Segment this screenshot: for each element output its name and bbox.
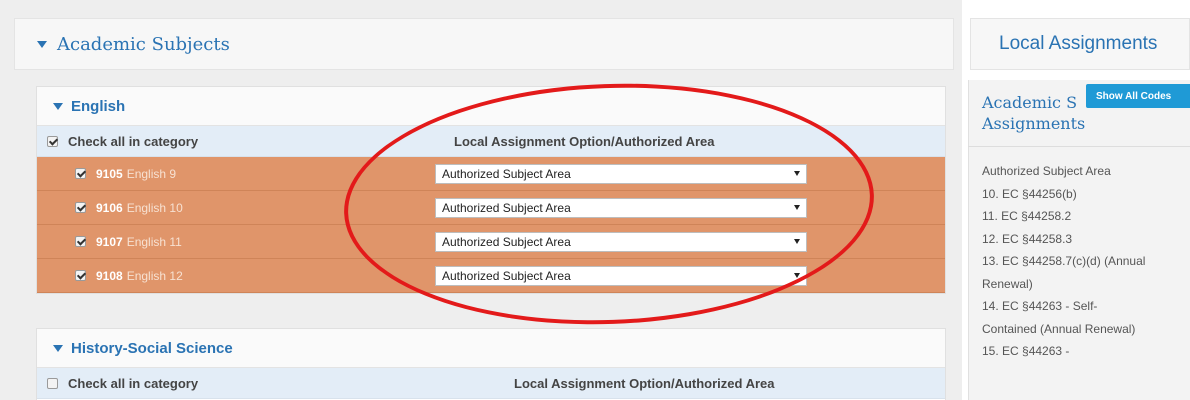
list-item: 11. EC §44258.2 bbox=[982, 209, 1072, 223]
list-item: Renewal) bbox=[982, 276, 1033, 291]
check-all-label: Check all in category bbox=[68, 133, 199, 149]
local-assignments-title: Local Assignments bbox=[999, 33, 1158, 54]
local-assignments-header[interactable]: Local Assignments bbox=[970, 18, 1190, 70]
select-value: Authorized Subject Area bbox=[442, 201, 571, 215]
subject-row: 9106 English 10 Authorized Subject Area bbox=[37, 191, 945, 225]
subject-code: 9106 bbox=[96, 200, 123, 215]
select-value: Authorized Subject Area bbox=[442, 235, 571, 249]
subject-row: 9107 English 11 Authorized Subject Area bbox=[37, 225, 945, 259]
list-item: 12. EC §44258.3 bbox=[982, 231, 1073, 246]
history-category-header[interactable]: History-Social Science bbox=[37, 329, 945, 368]
show-all-codes-button[interactable]: Show All Codes bbox=[1086, 84, 1190, 108]
dropdown-arrow-icon bbox=[794, 273, 800, 278]
select-value: Authorized Subject Area bbox=[442, 269, 571, 283]
dropdown-arrow-icon bbox=[794, 205, 800, 210]
check-all-label: Check all in category bbox=[68, 375, 199, 391]
caret-down-icon bbox=[53, 344, 63, 352]
english-category-title: English bbox=[71, 97, 126, 115]
english-check-all-checkbox[interactable] bbox=[47, 135, 58, 147]
english-category-header[interactable]: English bbox=[37, 87, 945, 126]
academic-subjects-header[interactable]: Academic Subjects bbox=[14, 18, 954, 70]
subject-name: English 10 bbox=[126, 200, 183, 215]
authorized-area-select[interactable]: Authorized Subject Area bbox=[435, 164, 807, 184]
english-category-panel: English Check all in category Local Assi… bbox=[36, 86, 946, 294]
subject-code: 9108 bbox=[96, 268, 123, 283]
divider bbox=[968, 146, 1190, 147]
list-item: 13. EC §44258.7(c)(d) (Annual bbox=[982, 254, 1146, 268]
dropdown-arrow-icon bbox=[794, 239, 800, 244]
select-value: Authorized Subject Area bbox=[442, 167, 571, 181]
authorized-area-select[interactable]: Authorized Subject Area bbox=[435, 232, 807, 252]
list-item: 14. EC §44263 - Self- bbox=[982, 299, 1098, 313]
option-column-header: Local Assignment Option/Authorized Area bbox=[454, 133, 715, 149]
history-category-panel: History-Social Science Check all in cate… bbox=[36, 328, 946, 400]
subject-checkbox[interactable] bbox=[75, 202, 86, 213]
list-item: Authorized Subject Area bbox=[982, 164, 1111, 178]
authorized-area-select[interactable]: Authorized Subject Area bbox=[435, 266, 807, 286]
history-check-all-row: Check all in category Local Assignment O… bbox=[37, 368, 945, 399]
caret-down-icon bbox=[37, 40, 47, 48]
list-item: 10. EC §44256(b) bbox=[982, 186, 1077, 201]
subject-checkbox[interactable] bbox=[75, 236, 86, 247]
subject-row: 9108 English 12 Authorized Subject Area bbox=[37, 259, 945, 293]
history-check-all-checkbox[interactable] bbox=[47, 377, 58, 389]
academic-subjects-title: Academic Subjects bbox=[57, 33, 230, 55]
english-check-all-row: Check all in category Local Assignment O… bbox=[37, 126, 945, 157]
subject-checkbox[interactable] bbox=[75, 168, 86, 179]
subject-row: 9105 English 9 Authorized Subject Area bbox=[37, 157, 945, 191]
subject-code: 9107 bbox=[96, 234, 123, 249]
subject-name: English 11 bbox=[126, 234, 182, 249]
assignment-code-list: Authorized Subject Area 10. EC §44256(b)… bbox=[982, 160, 1190, 363]
title-line-2: Assignments bbox=[982, 114, 1086, 133]
caret-down-icon bbox=[53, 102, 63, 110]
subject-code: 9105 bbox=[96, 166, 123, 181]
list-item: 15. EC §44263 - bbox=[982, 344, 1070, 358]
dropdown-arrow-icon bbox=[794, 171, 800, 176]
subject-checkbox[interactable] bbox=[75, 270, 86, 281]
subject-name: English 9 bbox=[126, 166, 177, 181]
history-category-title: History-Social Science bbox=[71, 339, 233, 357]
option-column-header: Local Assignment Option/Authorized Area bbox=[514, 375, 775, 391]
authorized-area-select[interactable]: Authorized Subject Area bbox=[435, 198, 807, 218]
subject-name: English 12 bbox=[126, 268, 183, 283]
list-item: Contained (Annual Renewal) bbox=[982, 321, 1136, 336]
